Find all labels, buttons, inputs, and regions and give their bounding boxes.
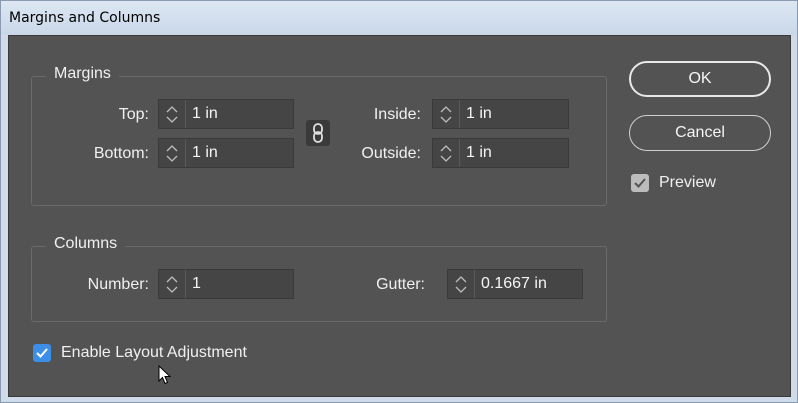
inside-label: Inside:: [373, 106, 421, 123]
chevron-up-icon[interactable]: [455, 275, 467, 283]
window-title: Margins and Columns: [9, 10, 161, 26]
cancel-button[interactable]: Cancel: [629, 115, 771, 151]
top-stepper-arrows[interactable]: [159, 100, 186, 128]
chevron-down-icon[interactable]: [440, 155, 452, 163]
number-label: Number:: [87, 276, 149, 293]
chevron-up-icon[interactable]: [166, 275, 178, 283]
top-label: Top:: [118, 106, 149, 123]
layout-adjustment-checkbox[interactable]: Enable Layout Adjustment: [33, 344, 247, 362]
checkmark-icon: [634, 178, 646, 188]
chevron-down-icon[interactable]: [166, 155, 178, 163]
checkmark-icon: [36, 348, 48, 358]
outside-input[interactable]: [460, 139, 568, 167]
top-input[interactable]: [186, 100, 293, 128]
bottom-stepper-arrows[interactable]: [159, 139, 186, 167]
dialog-window: Margins and Columns Margins Top: Bottom:: [0, 0, 798, 403]
margins-legend: Margins: [46, 65, 119, 83]
chevron-down-icon[interactable]: [455, 286, 467, 294]
title-bar[interactable]: Margins and Columns: [1, 1, 797, 35]
layout-adjustment-label: Enable Layout Adjustment: [61, 344, 247, 361]
layout-adjustment-checkmark[interactable]: [33, 344, 51, 362]
chain-link-icon: [313, 123, 323, 143]
preview-checkmark[interactable]: [631, 174, 649, 192]
top-stepper[interactable]: [158, 99, 294, 129]
link-margins-button[interactable]: [306, 120, 330, 146]
chevron-up-icon[interactable]: [440, 144, 452, 152]
number-stepper[interactable]: [158, 269, 294, 299]
outside-stepper[interactable]: [432, 138, 569, 168]
number-stepper-arrows[interactable]: [159, 270, 186, 298]
ok-button[interactable]: OK: [629, 61, 771, 97]
dialog-body: Margins Top: Bottom: Inside:: [8, 35, 791, 397]
gutter-stepper-arrows[interactable]: [448, 270, 475, 298]
bottom-stepper[interactable]: [158, 138, 294, 168]
gutter-label: Gutter:: [376, 276, 425, 293]
gutter-stepper[interactable]: [447, 269, 583, 299]
inside-stepper-arrows[interactable]: [433, 100, 460, 128]
inside-stepper[interactable]: [432, 99, 569, 129]
outside-label: Outside:: [361, 145, 421, 162]
inside-input[interactable]: [460, 100, 568, 128]
mouse-pointer-icon: [158, 365, 172, 385]
chevron-down-icon[interactable]: [166, 116, 178, 124]
number-input[interactable]: [186, 270, 293, 298]
chevron-up-icon[interactable]: [440, 105, 452, 113]
preview-label: Preview: [659, 174, 716, 191]
gutter-input[interactable]: [475, 270, 582, 298]
outside-stepper-arrows[interactable]: [433, 139, 460, 167]
chevron-up-icon[interactable]: [166, 144, 178, 152]
chevron-down-icon[interactable]: [440, 116, 452, 124]
chevron-down-icon[interactable]: [166, 286, 178, 294]
preview-checkbox[interactable]: Preview: [631, 174, 716, 192]
bottom-label: Bottom:: [93, 145, 149, 162]
columns-legend: Columns: [46, 235, 126, 253]
chevron-up-icon[interactable]: [166, 105, 178, 113]
bottom-input[interactable]: [186, 139, 293, 167]
